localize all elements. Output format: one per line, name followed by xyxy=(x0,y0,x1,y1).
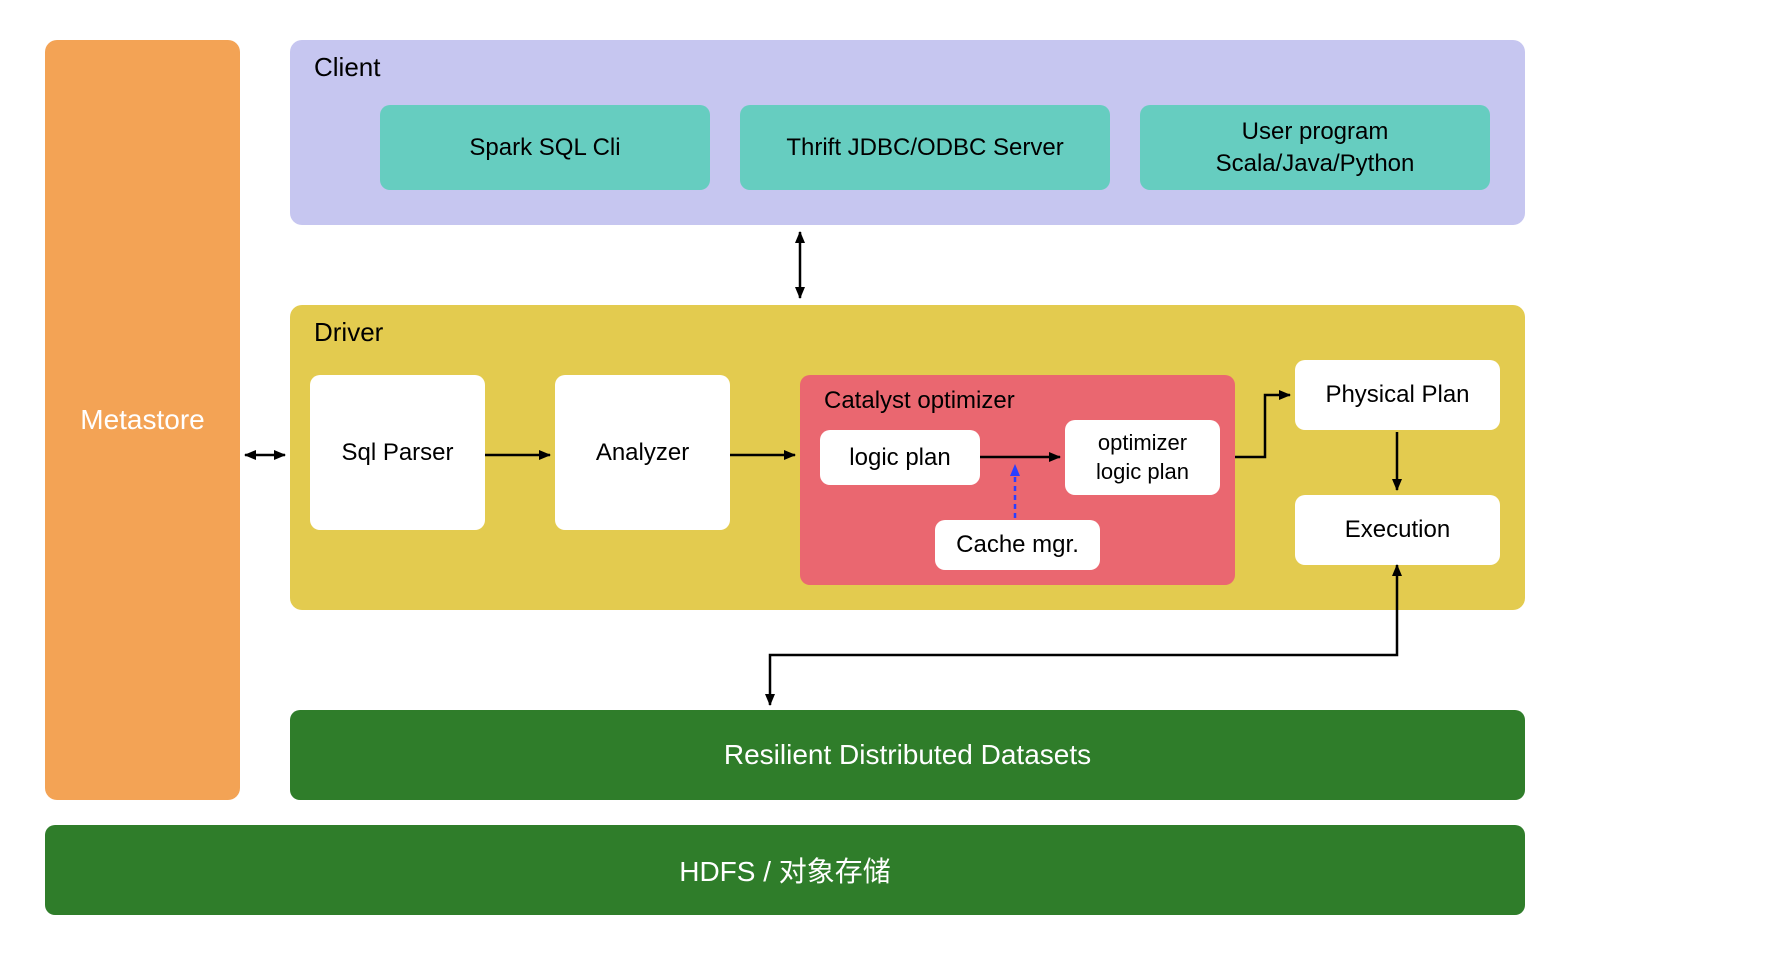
catalyst-title: Catalyst optimizer xyxy=(824,387,1015,415)
client-title: Client xyxy=(314,52,380,83)
client-spark-sql-cli-label: Spark SQL Cli xyxy=(469,134,620,162)
driver-title: Driver xyxy=(314,317,383,348)
analyzer-label: Analyzer xyxy=(596,439,689,467)
physical-plan-label: Physical Plan xyxy=(1325,381,1469,409)
cache-mgr-box: Cache mgr. xyxy=(935,520,1100,570)
sql-parser-label: Sql Parser xyxy=(341,439,453,467)
rdd-label: Resilient Distributed Datasets xyxy=(724,739,1091,771)
optimizer-line2: logic plan xyxy=(1096,458,1189,487)
client-user-program-line1: User program xyxy=(1242,116,1389,147)
execution-label: Execution xyxy=(1345,516,1450,544)
logic-plan-box: logic plan xyxy=(820,430,980,485)
client-thrift-server: Thrift JDBC/ODBC Server xyxy=(740,105,1110,190)
client-user-program: User program Scala/Java/Python xyxy=(1140,105,1490,190)
client-spark-sql-cli: Spark SQL Cli xyxy=(380,105,710,190)
rdd-box: Resilient Distributed Datasets xyxy=(290,710,1525,800)
client-user-program-line2: Scala/Java/Python xyxy=(1216,148,1415,179)
client-thrift-label: Thrift JDBC/ODBC Server xyxy=(786,134,1063,162)
metastore-label: Metastore xyxy=(80,404,205,436)
physical-plan-box: Physical Plan xyxy=(1295,360,1500,430)
optimizer-logic-plan-box: optimizer logic plan xyxy=(1065,420,1220,495)
optimizer-line1: optimizer xyxy=(1098,429,1187,458)
hdfs-label: HDFS / 对象存储 xyxy=(679,850,891,890)
hdfs-box: HDFS / 对象存储 xyxy=(45,825,1525,915)
metastore-box: Metastore xyxy=(45,40,240,800)
execution-box: Execution xyxy=(1295,495,1500,565)
cache-mgr-label: Cache mgr. xyxy=(956,531,1079,559)
sql-parser-box: Sql Parser xyxy=(310,375,485,530)
logic-plan-label: logic plan xyxy=(849,444,950,472)
analyzer-box: Analyzer xyxy=(555,375,730,530)
